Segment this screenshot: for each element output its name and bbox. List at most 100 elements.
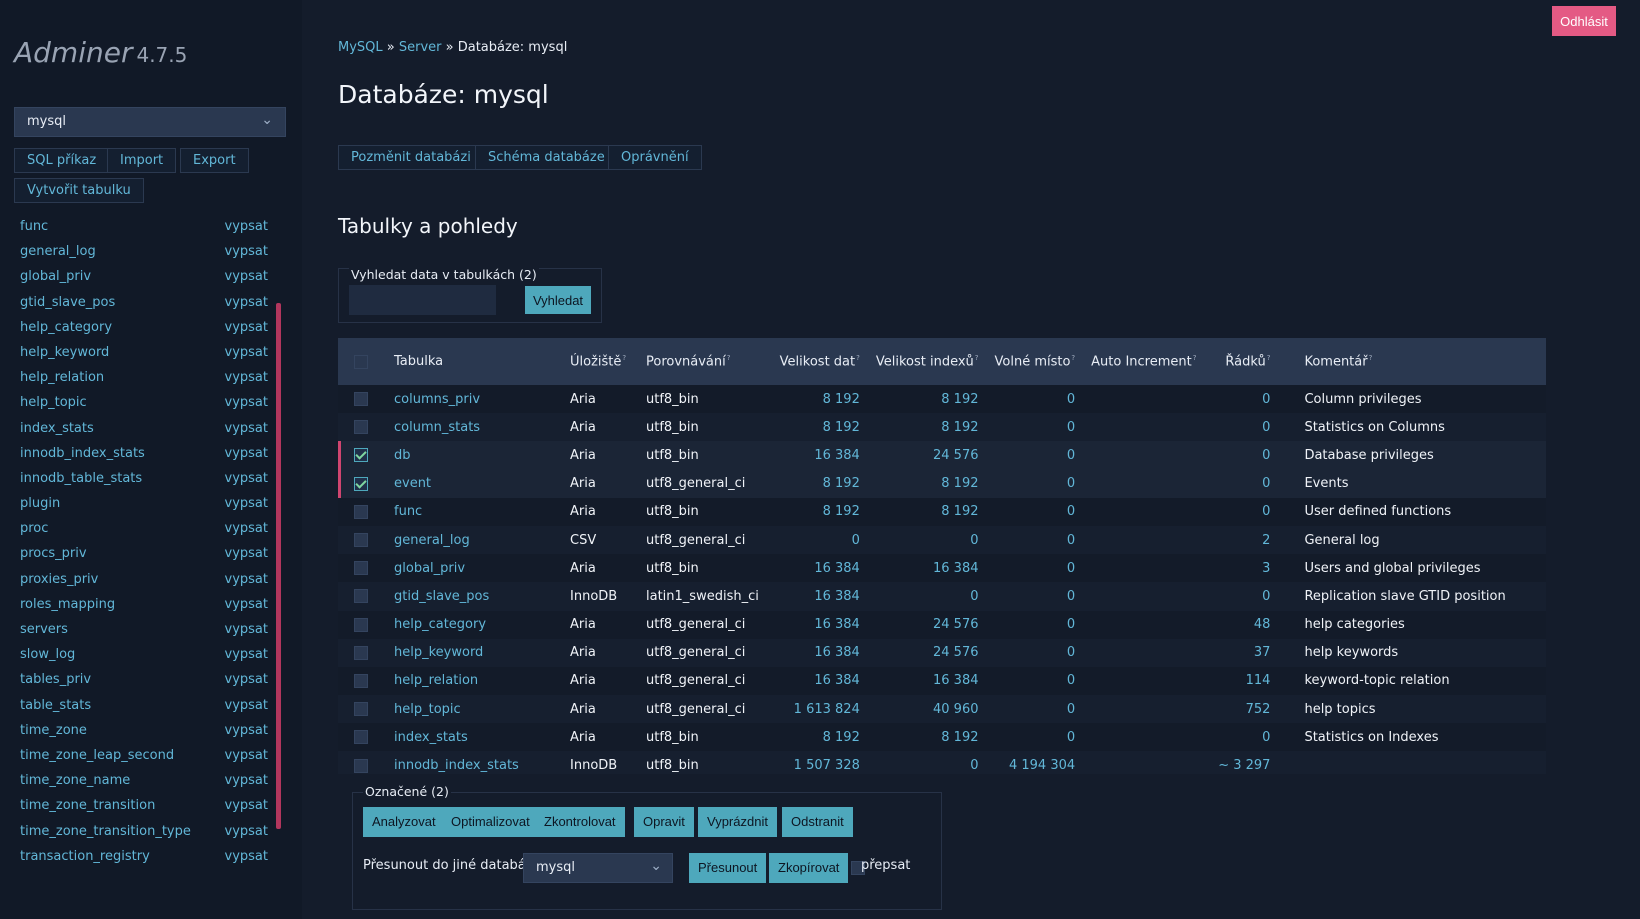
row-checkbox[interactable]: [354, 702, 368, 717]
sidebar-select-link[interactable]: vypsat: [225, 671, 268, 689]
sidebar-table-link[interactable]: help_category: [20, 320, 112, 335]
data-free-link[interactable]: 0: [1067, 673, 1075, 688]
table-name-link[interactable]: innodb_index_stats: [394, 758, 519, 773]
sidebar-select-link[interactable]: vypsat: [225, 394, 268, 412]
row-checkbox[interactable]: [354, 448, 368, 463]
sidebar-select-link[interactable]: vypsat: [225, 722, 268, 740]
table-name-link[interactable]: event: [394, 476, 431, 491]
data-length-link[interactable]: 16 384: [814, 645, 860, 660]
create-table-button[interactable]: Vytvořit tabulku: [14, 178, 144, 203]
table-name-link[interactable]: help_relation: [394, 673, 478, 688]
rows-link[interactable]: 0: [1262, 392, 1270, 407]
rows-link[interactable]: 0: [1262, 420, 1270, 435]
sidebar-select-link[interactable]: vypsat: [225, 319, 268, 337]
row-checkbox[interactable]: [354, 730, 368, 745]
sidebar-select-link[interactable]: vypsat: [225, 294, 268, 312]
table-name-link[interactable]: db: [394, 448, 411, 463]
table-name-link[interactable]: help_keyword: [394, 645, 483, 660]
sidebar-table-link[interactable]: global_priv: [20, 269, 91, 284]
import-button[interactable]: Import: [107, 148, 177, 173]
sidebar-table-link[interactable]: time_zone_transition: [20, 798, 155, 813]
table-name-link[interactable]: help_category: [394, 617, 486, 632]
rows-link[interactable]: 0: [1262, 476, 1270, 491]
data-length-link[interactable]: 16 384: [814, 561, 860, 576]
sidebar-select-link[interactable]: vypsat: [225, 646, 268, 664]
row-checkbox[interactable]: [354, 758, 368, 773]
sidebar-table-link[interactable]: innodb_table_stats: [20, 471, 142, 486]
row-checkbox[interactable]: [354, 420, 368, 435]
sidebar-select-link[interactable]: vypsat: [225, 747, 268, 765]
index-length-link[interactable]: 0: [970, 758, 978, 773]
check-button[interactable]: Zkontrolovat: [535, 807, 625, 837]
data-length-link[interactable]: 1 507 328: [794, 758, 860, 773]
sidebar-table-link[interactable]: time_zone_transition_type: [20, 824, 191, 839]
sidebar-select-link[interactable]: vypsat: [225, 596, 268, 614]
sidebar-table-link[interactable]: slow_log: [20, 647, 75, 662]
row-checkbox[interactable]: [354, 504, 368, 519]
truncate-button[interactable]: Vyprázdnit: [698, 807, 777, 837]
sidebar-table-link[interactable]: help_relation: [20, 370, 104, 385]
data-free-link[interactable]: 0: [1067, 476, 1075, 491]
sidebar-table-link[interactable]: gtid_slave_pos: [20, 295, 115, 310]
rows-link[interactable]: 3: [1262, 561, 1270, 576]
index-length-link[interactable]: 0: [970, 589, 978, 604]
data-free-link[interactable]: 0: [1067, 617, 1075, 632]
sidebar-select-link[interactable]: vypsat: [225, 697, 268, 715]
sidebar-table-link[interactable]: time_zone_leap_second: [20, 748, 174, 763]
table-name-link[interactable]: global_priv: [394, 561, 465, 576]
sidebar-table-link[interactable]: help_topic: [20, 395, 87, 410]
data-free-link[interactable]: 0: [1067, 589, 1075, 604]
breadcrumb-server[interactable]: Server: [399, 40, 442, 55]
data-length-link[interactable]: 16 384: [814, 673, 860, 688]
row-checkbox[interactable]: [354, 533, 368, 548]
table-name-link[interactable]: gtid_slave_pos: [394, 589, 489, 604]
index-length-link[interactable]: 40 960: [933, 702, 979, 717]
search-button[interactable]: Vyhledat: [525, 286, 591, 314]
sidebar-table-link[interactable]: tables_priv: [20, 672, 91, 687]
alter-database-button[interactable]: Pozměnit databázi: [338, 145, 484, 170]
sidebar-table-link[interactable]: time_zone: [20, 723, 87, 738]
data-free-link[interactable]: 0: [1067, 561, 1075, 576]
search-input[interactable]: [349, 285, 496, 315]
breadcrumb-mysql[interactable]: MySQL: [338, 40, 383, 55]
col-data-free[interactable]: Volné místo?: [987, 338, 1084, 385]
data-free-link[interactable]: 0: [1067, 392, 1075, 407]
data-length-link[interactable]: 8 192: [823, 730, 860, 745]
database-schema-button[interactable]: Schéma databáze: [475, 145, 618, 170]
index-length-link[interactable]: 16 384: [933, 561, 979, 576]
sidebar-select-link[interactable]: vypsat: [225, 268, 268, 286]
analyze-button[interactable]: Analyzovat: [363, 807, 445, 837]
app-logo[interactable]: Adminer 4.7.5: [14, 36, 187, 69]
index-length-link[interactable]: 24 576: [933, 645, 979, 660]
row-checkbox[interactable]: [354, 673, 368, 688]
index-length-link[interactable]: 16 384: [933, 673, 979, 688]
row-checkbox[interactable]: [354, 561, 368, 576]
data-length-link[interactable]: 1 613 824: [794, 702, 860, 717]
sidebar-select-link[interactable]: vypsat: [225, 520, 268, 538]
sidebar-select-link[interactable]: vypsat: [225, 545, 268, 563]
col-comment[interactable]: Komentář?: [1278, 338, 1546, 385]
rows-link[interactable]: 0: [1262, 448, 1270, 463]
sidebar-select-link[interactable]: vypsat: [225, 420, 268, 438]
sidebar-table-link[interactable]: help_keyword: [20, 345, 109, 360]
sidebar-table-link[interactable]: roles_mapping: [20, 597, 115, 612]
rows-link[interactable]: 752: [1246, 702, 1271, 717]
data-length-link[interactable]: 8 192: [823, 392, 860, 407]
sidebar-scrollbar[interactable]: [276, 303, 281, 829]
row-checkbox[interactable]: [354, 392, 368, 407]
data-free-link[interactable]: 0: [1067, 730, 1075, 745]
repair-button[interactable]: Opravit: [634, 807, 694, 837]
table-name-link[interactable]: help_topic: [394, 702, 461, 717]
sidebar-select-link[interactable]: vypsat: [225, 772, 268, 790]
data-length-link[interactable]: 16 384: [814, 617, 860, 632]
sidebar-table-link[interactable]: general_log: [20, 244, 96, 259]
sidebar-table-link[interactable]: procs_priv: [20, 546, 87, 561]
rows-link[interactable]: 2: [1262, 533, 1270, 548]
sidebar-table-link[interactable]: func: [20, 219, 48, 234]
data-length-link[interactable]: 16 384: [814, 589, 860, 604]
col-auto-increment[interactable]: Auto Increment?: [1083, 338, 1204, 385]
data-length-link[interactable]: 16 384: [814, 448, 860, 463]
rows-link[interactable]: 0: [1262, 504, 1270, 519]
sidebar-select-link[interactable]: vypsat: [225, 369, 268, 387]
sidebar-select-link[interactable]: vypsat: [225, 218, 268, 236]
